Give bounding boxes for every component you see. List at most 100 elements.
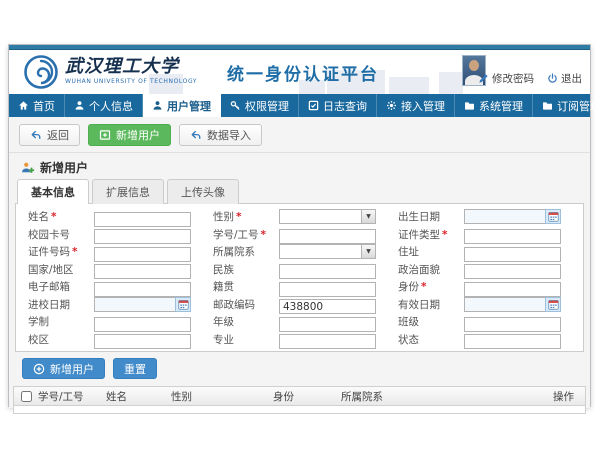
change-password-link[interactable]: 修改密码 [478, 71, 534, 86]
form-actions: 新增用户 重置 [9, 352, 590, 383]
birth-date-datepicker [464, 209, 561, 224]
results-table-header: 学号/工号姓名性别身份所属院系操作 [13, 386, 586, 406]
submit-add-user-button[interactable]: 新增用户 [22, 358, 105, 379]
main-nav: 首页个人信息用户管理权限管理日志查询接入管理系统管理订阅管理 [9, 94, 590, 117]
status-input[interactable] [464, 334, 561, 349]
nav-item-log-query[interactable]: 日志查询 [299, 94, 377, 117]
form-field-gender: 性别* ▼ [213, 208, 398, 226]
add-user-toolbar-button[interactable]: 新增用户 [88, 124, 171, 146]
calendar-icon[interactable] [545, 297, 561, 312]
student-id-input[interactable] [279, 229, 376, 244]
form-field-campus-card: 校园卡号 [28, 226, 213, 244]
app-header: 武汉理工大学 WUHAN UNIVERSITY OF TECHNOLOGY 统一… [9, 50, 590, 94]
form-field-birth-date: 出生日期 [398, 208, 583, 226]
chevron-down-icon: ▼ [361, 245, 375, 258]
university-name-en: WUHAN UNIVERSITY OF TECHNOLOGY [65, 78, 197, 85]
user-icon [74, 100, 85, 111]
valid-date-input[interactable] [464, 297, 545, 312]
select-all-cell [14, 391, 38, 402]
nav-item-label: 个人信息 [89, 98, 133, 114]
select-all-checkbox[interactable] [21, 391, 32, 402]
nav-item-label: 首页 [33, 98, 55, 114]
back-button[interactable]: 返回 [19, 124, 80, 146]
form-field-id-type: 证件类型* [398, 226, 583, 244]
nav-item-subscription-mgmt[interactable]: 订阅管理 [533, 94, 600, 117]
status-label: 状态 [398, 332, 464, 347]
form-field-ethnicity: 民族 [213, 261, 398, 279]
major-label: 专业 [213, 332, 279, 347]
add-user-toolbar-label: 新增用户 [116, 127, 160, 143]
form-field-class: 班级 [398, 313, 583, 331]
id-type-label: 证件类型* [398, 227, 464, 242]
nav-item-permission-mgmt[interactable]: 权限管理 [221, 94, 299, 117]
form-field-country: 国家/地区 [28, 261, 213, 279]
main-content: 返回 新增用户 数据导入 新增用户 基本信息扩展信息上传头像 姓名* 性别* ▼ 出生… [9, 117, 590, 408]
campus-card-label: 校园卡号 [28, 227, 94, 242]
gear-icon [386, 100, 397, 111]
department-control: ▼ [279, 244, 376, 259]
entry-date-datepicker [94, 297, 191, 312]
logout-link[interactable]: 退出 [547, 71, 582, 86]
logout-label: 退出 [561, 71, 582, 86]
app-window: 武汉理工大学 WUHAN UNIVERSITY OF TECHNOLOGY 统一… [8, 44, 591, 407]
form-field-political-status: 政治面貌 [398, 261, 583, 279]
pencil-icon [478, 73, 489, 84]
nav-item-access-mgmt[interactable]: 接入管理 [377, 94, 455, 117]
form-field-name: 姓名* [28, 208, 213, 226]
department-select[interactable]: ▼ [279, 244, 376, 259]
form-add-icon [99, 129, 111, 141]
valid-date-control [464, 297, 561, 312]
birth-date-label: 出生日期 [398, 209, 464, 224]
form-field-entry-date: 进校日期 [28, 296, 213, 314]
nav-item-label: 权限管理 [245, 98, 289, 114]
email-input[interactable] [94, 282, 191, 297]
gender-select[interactable]: ▼ [279, 209, 376, 224]
status-control [464, 330, 561, 350]
major-input[interactable] [279, 334, 376, 349]
nav-item-system-mgmt[interactable]: 系统管理 [455, 94, 533, 117]
section-title: 新增用户 [40, 159, 88, 176]
calendar-icon[interactable] [175, 297, 191, 312]
university-name-block: 武汉理工大学 WUHAN UNIVERSITY OF TECHNOLOGY [65, 57, 197, 85]
birth-date-input[interactable] [464, 209, 545, 224]
required-star: * [72, 246, 78, 258]
form-field-campus: 校区 [28, 331, 213, 349]
reset-button[interactable]: 重置 [113, 358, 157, 379]
tab-extended-info[interactable]: 扩展信息 [92, 179, 164, 204]
import-arrow-icon [190, 129, 202, 141]
form-field-postal-code: 邮政编码 [213, 296, 398, 314]
gender-label: 性别* [213, 209, 279, 224]
results-table-body [13, 406, 586, 414]
nav-item-profile[interactable]: 个人信息 [65, 94, 143, 117]
political-status-label: 政治面貌 [398, 262, 464, 277]
home-icon [18, 100, 29, 111]
study-length-label: 学制 [28, 314, 94, 329]
nav-item-user-mgmt[interactable]: 用户管理 [143, 94, 221, 117]
data-import-button[interactable]: 数据导入 [179, 124, 262, 146]
skyline-decoration [389, 77, 429, 94]
header-links: 修改密码 退出 [478, 71, 582, 86]
email-label: 电子邮箱 [28, 279, 94, 294]
entry-date-input[interactable] [94, 297, 175, 312]
nav-item-label: 系统管理 [479, 98, 523, 114]
table-column-header: 身份 [273, 389, 341, 404]
identity-input[interactable] [464, 282, 561, 297]
name-label: 姓名* [28, 209, 94, 224]
tab-basic-info[interactable]: 基本信息 [17, 179, 89, 204]
form-field-grade: 年级 [213, 313, 398, 331]
department-label: 所属院系 [213, 244, 279, 259]
calendar-icon[interactable] [545, 209, 561, 224]
campus-input[interactable] [94, 334, 191, 349]
tab-upload-avatar[interactable]: 上传头像 [167, 179, 239, 204]
chevron-down-icon: ▼ [361, 210, 375, 223]
data-import-label: 数据导入 [207, 127, 251, 143]
section-header: 新增用户 [9, 153, 590, 179]
class-label: 班级 [398, 314, 464, 329]
platform-title: 统一身份认证平台 [227, 60, 379, 85]
form-field-department: 所属院系 ▼ [213, 243, 398, 261]
student-id-control [279, 225, 376, 245]
required-star: * [442, 229, 448, 241]
nav-item-home[interactable]: 首页 [9, 94, 65, 117]
form-field-student-id: 学号/工号* [213, 226, 398, 244]
required-star: * [51, 211, 57, 223]
